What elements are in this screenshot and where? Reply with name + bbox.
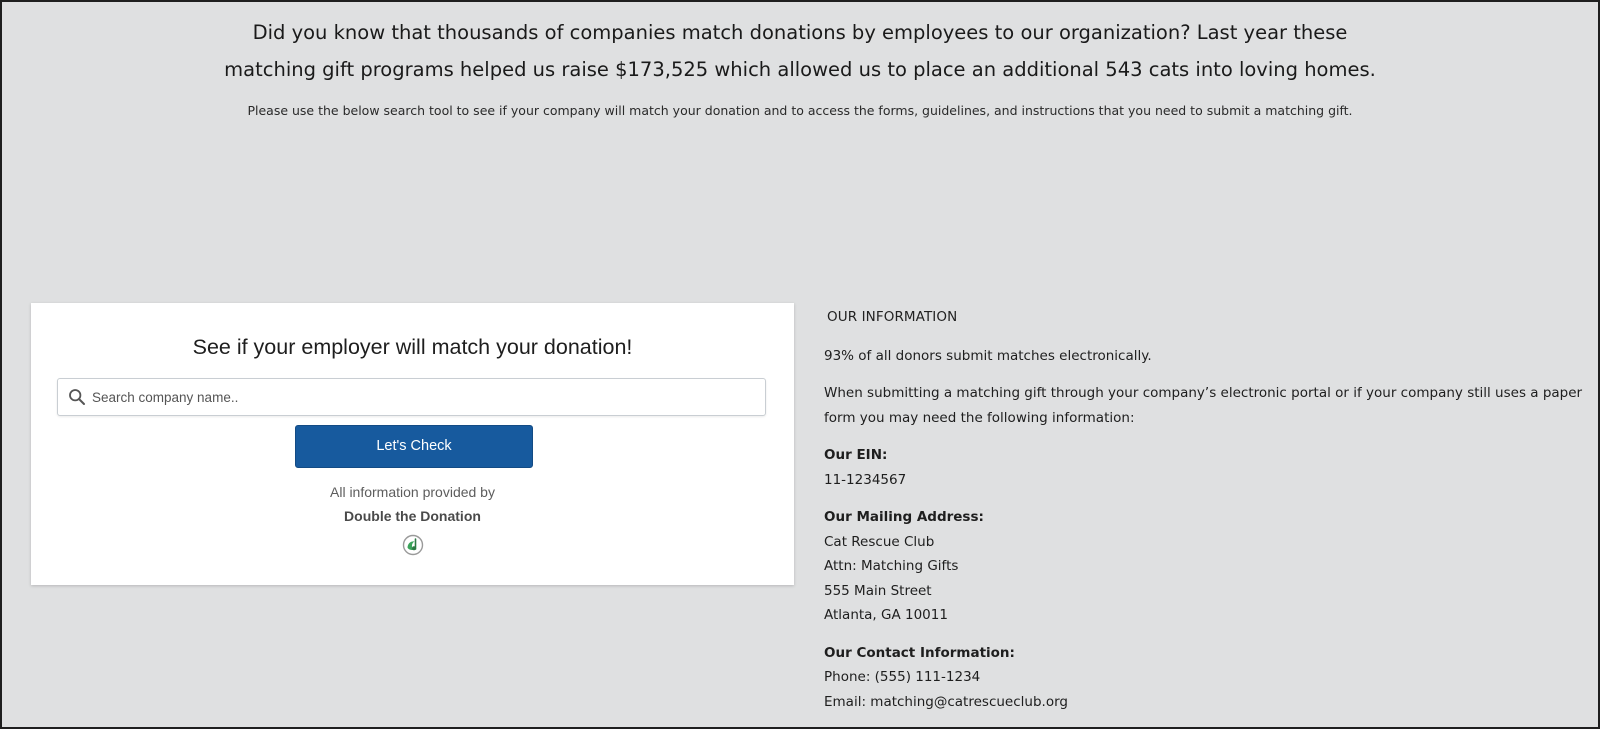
widget-title: See if your employer will match your don… [192, 335, 633, 359]
intro-instructions: Please use the below search tool to see … [247, 103, 1353, 118]
intro-headline: Did you know that thousands of companies… [224, 21, 1376, 81]
mailing-line-city: Atlanta, GA 10011 [824, 607, 948, 623]
company-search-box[interactable] [57, 378, 766, 416]
info-heading: OUR INFORMATION [827, 309, 958, 325]
double-the-donation-logo-icon [402, 534, 424, 556]
electronic-stat: 93% of all donors submit matches electro… [824, 347, 1152, 364]
mailing-line-street: 555 Main Street [824, 582, 932, 599]
provided-by-text: All information provided by [330, 484, 495, 500]
provider-name: Double the Donation [344, 508, 481, 524]
intro-section: Did you know that thousands of companies… [2, 14, 1598, 119]
matching-gift-widget: See if your employer will match your don… [31, 303, 794, 585]
ein-value: 11-1234567 [824, 471, 907, 488]
mailing-address-label: Our Mailing Address: [824, 509, 984, 525]
organization-info: OUR INFORMATION 93% of all donors submit… [824, 305, 1594, 714]
submission-note: When submitting a matching gift through … [824, 385, 1583, 426]
contact-info-label: Our Contact Information: [824, 644, 1015, 661]
search-icon [68, 388, 86, 406]
page-frame: Did you know that thousands of companies… [0, 0, 1600, 729]
company-search-input[interactable] [92, 379, 752, 415]
lets-check-button[interactable]: Let's Check [295, 425, 533, 468]
ein-label: Our EIN: [824, 447, 888, 463]
contact-email: Email: matching@catrescueclub.org [824, 693, 1068, 710]
mailing-line-organization: Cat Rescue Club [824, 533, 935, 550]
mailing-line-attn: Attn: Matching Gifts [824, 558, 959, 574]
contact-phone: Phone: (555) 111-1234 [824, 669, 981, 685]
